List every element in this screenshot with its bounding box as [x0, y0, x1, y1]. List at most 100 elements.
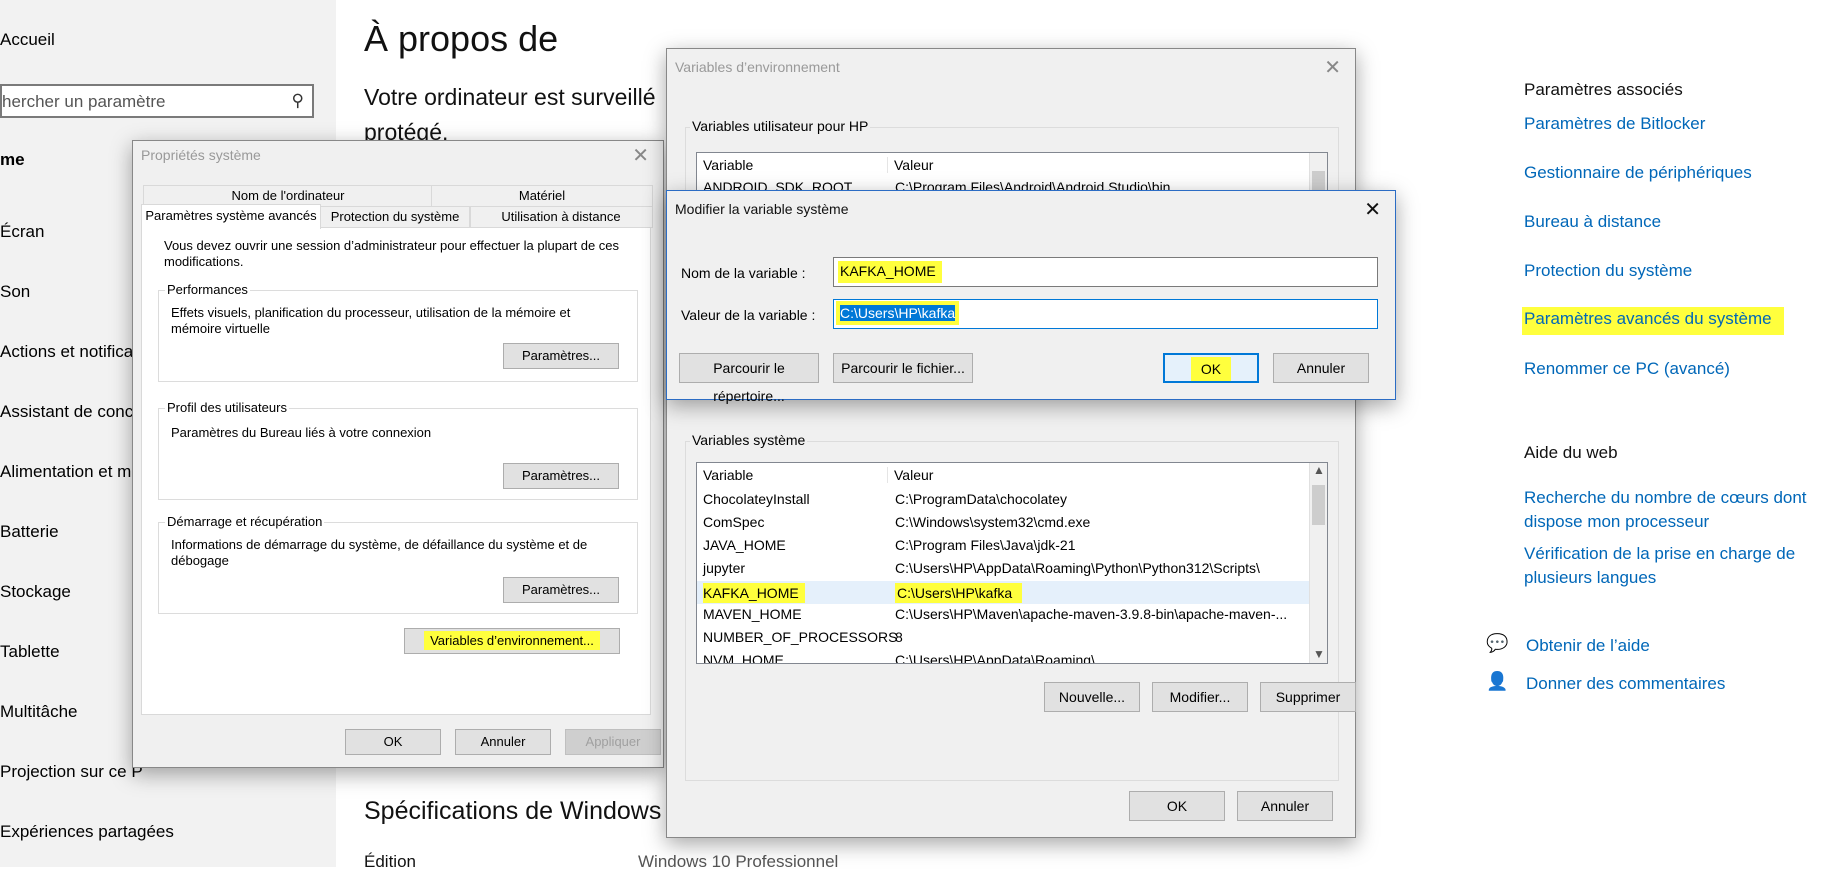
scroll-up-icon[interactable]: ▲ [1313, 463, 1325, 477]
ok-button[interactable]: OK [1163, 353, 1259, 383]
table-row-value[interactable]: C:\Users\HP\AppData\Roaming\ [895, 652, 1095, 663]
environment-variables-label: Variables d’environnement... [424, 631, 600, 650]
table-row-value-kafka[interactable]: C:\Users\HP\kafka [895, 583, 1023, 603]
user-profiles-label: Profil des utilisateurs [165, 400, 289, 415]
startup-recovery-group: Démarrage et récupération Informations d… [158, 514, 638, 614]
help-chat-icon: 💬 [1486, 633, 1509, 653]
system-variables-list[interactable]: Variable Valeur ChocolateyInstall C:\Pro… [696, 462, 1328, 664]
table-row-name[interactable]: ChocolateyInstall [703, 491, 810, 507]
table-row-name[interactable]: NVM_HOME [703, 652, 784, 663]
ok-button[interactable]: OK [345, 729, 441, 755]
link-language-line2: plusieurs langues [1524, 568, 1657, 587]
column-header-variable[interactable]: Variable [703, 157, 753, 173]
nav-item-tablet[interactable]: Tablette [0, 642, 60, 662]
browse-file-button[interactable]: Parcourir le fichier... [833, 353, 973, 383]
nav-item-projection[interactable]: Projection sur ce P [0, 762, 143, 782]
profiles-settings-button[interactable]: Paramètres... [503, 463, 619, 489]
performance-settings-button[interactable]: Paramètres... [503, 343, 619, 369]
link-rename-pc[interactable]: Renommer ce PC (avancé) [1524, 359, 1730, 379]
cancel-button[interactable]: Annuler [1237, 791, 1333, 821]
nav-item-battery[interactable]: Batterie [0, 522, 59, 542]
scrollbar[interactable] [1309, 153, 1327, 195]
link-system-protection[interactable]: Protection du système [1524, 261, 1692, 281]
tab-system-protection[interactable]: Protection du système [319, 206, 471, 228]
apply-button[interactable]: Appliquer [565, 729, 661, 755]
nav-item-display[interactable]: Écran [0, 222, 44, 242]
link-bitlocker[interactable]: Paramètres de Bitlocker [1524, 114, 1705, 134]
table-row-name[interactable]: NUMBER_OF_PROCESSORS [703, 629, 897, 645]
cancel-button[interactable]: Annuler [1273, 353, 1369, 383]
browse-directory-button[interactable]: Parcourir le répertoire... [679, 353, 819, 404]
variable-name-label: Nom de la variable : [681, 265, 806, 281]
startup-settings-button[interactable]: Paramètres... [503, 577, 619, 603]
performance-label: Performances [165, 282, 250, 297]
table-row-name[interactable]: jupyter [703, 560, 745, 576]
link-cpu-cores-line1: Recherche du nombre de cœurs dont [1524, 488, 1807, 507]
environment-variables-dialog: Variables d’environnement ✕ Variables ut… [666, 48, 1356, 838]
link-cpu-cores[interactable]: Recherche du nombre de cœurs dont dispos… [1524, 486, 1807, 534]
variable-value-text: C:\Users\HP\kafka [840, 305, 956, 321]
edition-value: Windows 10 Professionnel [638, 852, 839, 871]
table-row-value[interactable]: C:\Users\HP\Maven\apache-maven-3.9.8-bin… [895, 606, 1287, 622]
table-row-value[interactable]: 8 [895, 629, 903, 645]
table-row-value[interactable]: C:\Users\HP\AppData\Roaming\Python\Pytho… [895, 560, 1260, 576]
system-variables-label: Variables système [690, 432, 808, 448]
table-row-name[interactable]: JAVA_HOME [703, 537, 786, 553]
close-icon[interactable]: ✕ [632, 143, 649, 168]
user-profiles-group: Profil des utilisateurs Paramètres du Bu… [158, 400, 638, 500]
nav-item-power[interactable]: Alimentation et mi [0, 462, 135, 482]
feedback-person-icon: 👤 [1486, 671, 1509, 691]
search-icon: ⚲ [291, 91, 304, 110]
nav-item-notifications[interactable]: Actions et notificat [0, 342, 138, 362]
column-header-variable[interactable]: Variable [703, 467, 753, 483]
cancel-button[interactable]: Annuler [455, 729, 551, 755]
nav-item-multitasking[interactable]: Multitâche [0, 702, 77, 722]
performance-group: Performances Effets visuels, planificati… [158, 282, 638, 382]
edit-variable-button[interactable]: Modifier... [1152, 682, 1248, 712]
web-help-heading: Aide du web [1524, 443, 1618, 462]
nav-item-storage[interactable]: Stockage [0, 582, 71, 602]
nav-item-sound[interactable]: Son [0, 282, 30, 302]
tab-hardware[interactable]: Matériel [431, 185, 653, 207]
link-cpu-cores-line2: dispose mon processeur [1524, 512, 1710, 531]
edit-system-variable-dialog: Modifier la variable système ✕ Nom de la… [666, 190, 1396, 404]
link-get-help[interactable]: Obtenir de l’aide [1526, 636, 1650, 656]
link-language-support[interactable]: Vérification de la prise en charge de pl… [1524, 542, 1795, 590]
link-advanced-system-settings[interactable]: Paramètres avancés du système [1522, 307, 1784, 335]
nav-item-focus-assist[interactable]: Assistant de conce [0, 402, 143, 422]
table-row-value[interactable]: C:\Windows\system32\cmd.exe [895, 514, 1090, 530]
new-variable-button[interactable]: Nouvelle... [1044, 682, 1140, 712]
system-properties-dialog: Propriétés système ✕ Nom de l'ordinateur… [132, 140, 664, 768]
startup-recovery-description: Informations de démarrage du système, de… [171, 537, 588, 568]
table-row-value[interactable]: C:\ProgramData\chocolatey [895, 491, 1067, 507]
ok-button[interactable]: OK [1129, 791, 1225, 821]
variable-name-field[interactable]: KAFKA_HOME [833, 257, 1378, 287]
close-icon[interactable]: ✕ [1324, 55, 1341, 80]
table-row-name[interactable]: MAVEN_HOME [703, 606, 802, 622]
table-row-name[interactable]: ComSpec [703, 514, 764, 530]
nav-item-shared[interactable]: Expériences partagées [0, 822, 174, 842]
tab-remote[interactable]: Utilisation à distance [469, 206, 653, 228]
admin-note: Vous devez ouvrir une session d’administ… [164, 238, 620, 269]
link-remote-desktop[interactable]: Bureau à distance [1524, 212, 1661, 232]
nav-section-title: me [0, 150, 25, 169]
column-header-value[interactable]: Valeur [887, 467, 933, 483]
delete-variable-button[interactable]: Supprimer [1260, 682, 1356, 712]
environment-variables-button[interactable]: Variables d’environnement... [404, 628, 620, 654]
related-settings-heading: Paramètres associés [1524, 80, 1683, 99]
table-row-name-kafka[interactable]: KAFKA_HOME [703, 583, 805, 603]
tab-advanced-settings[interactable]: Paramètres système avancés [141, 204, 321, 229]
close-icon[interactable]: ✕ [1364, 197, 1381, 222]
link-device-manager[interactable]: Gestionnaire de périphériques [1524, 163, 1752, 183]
scrollbar[interactable]: ▲ ▼ [1309, 463, 1327, 663]
column-header-value[interactable]: Valeur [887, 157, 933, 173]
search-input[interactable]: hercher un paramètre ⚲ [0, 84, 314, 118]
link-feedback[interactable]: Donner des commentaires [1526, 674, 1725, 694]
edit-variable-title: Modifier la variable système [675, 201, 849, 217]
ok-label: OK [1190, 357, 1232, 381]
variable-value-field[interactable]: C:\Users\HP\kafka [833, 299, 1378, 329]
nav-home[interactable]: Accueil [0, 30, 55, 50]
user-variables-label: Variables utilisateur pour HP [690, 118, 871, 134]
scroll-down-icon[interactable]: ▼ [1313, 647, 1325, 661]
table-row-value[interactable]: C:\Program Files\Java\jdk-21 [895, 537, 1076, 553]
